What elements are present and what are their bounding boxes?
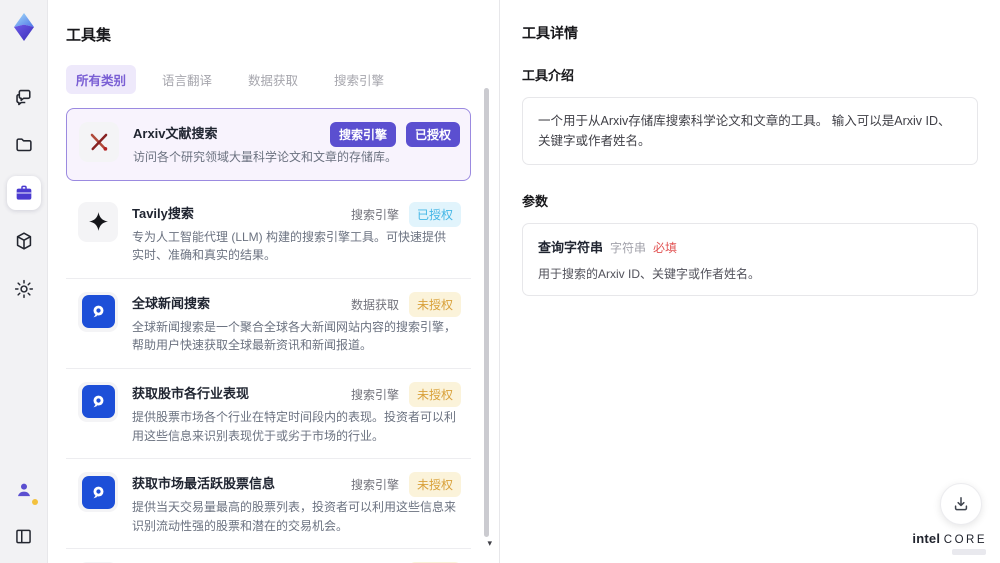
tool-description: 提供当天交易量最高的股票列表，投资者可以利用这些信息来识别流动性强的股票和潜在的… (132, 500, 457, 533)
category-tabs: 所有类别 语言翻译 数据获取 搜索引擎 (66, 65, 499, 94)
category-badge: 数据获取 (350, 297, 399, 312)
tool-description: 访问各个研究领域大量科学论文和文章的存储库。 (133, 150, 398, 164)
intro-heading: 工具介绍 (522, 68, 575, 83)
tool-badges: 搜索引擎 已授权 (329, 122, 460, 147)
arxiv-logo-icon (79, 122, 119, 162)
folder-icon (15, 138, 32, 152)
tool-card-tavily[interactable]: Tavily搜索 专为人工智能代理 (LLM) 构建的搜索引擎工具。可快速提供实… (66, 189, 471, 279)
intel-core-logo: intel core (912, 531, 987, 555)
param-name: 查询字符串 (538, 240, 604, 255)
tab-all-categories[interactable]: 所有类别 (66, 65, 137, 94)
tab-data-acquisition[interactable]: 数据获取 (238, 65, 308, 94)
list-scrollbar[interactable] (484, 88, 489, 537)
auth-status-badge: 未授权 (408, 291, 461, 317)
user-status-dot (31, 499, 38, 505)
tool-intro-text: 一个用于从Arxiv存储库搜索科学论文和文章的工具。 输入可以是Arxiv ID… (522, 97, 978, 165)
tool-detail-panel: 工具详情 工具介绍 一个用于从Arxiv存储库搜索科学论文和文章的工具。 输入可… (500, 0, 1000, 563)
category-badge: 搜索引擎 (350, 387, 399, 402)
download-button[interactable] (940, 483, 982, 525)
chat-icon (15, 89, 31, 106)
app-logo[interactable] (7, 10, 41, 44)
tool-card-regional-news[interactable]: 万维地区新闻查询 查询具体行政区划内的新闻，快速了解各地新闻动 搜索引擎 未授权 (66, 549, 471, 563)
active-stocks-icon (78, 472, 118, 513)
gear-icon (14, 279, 33, 299)
tavily-star-icon (78, 201, 118, 242)
user-avatar[interactable] (7, 473, 41, 507)
auth-status-badge: 未授权 (408, 381, 461, 407)
core-wordmark: core (943, 534, 987, 546)
global-news-icon (78, 291, 118, 332)
page-title: 工具集 (66, 27, 112, 44)
tab-search-engine[interactable]: 搜索引擎 (324, 65, 394, 94)
tool-description: 全球新闻搜索是一个聚合全球各大新闻网站内容的搜索引擎，帮助用户快速获取全球最新资… (132, 319, 457, 353)
scroll-down-icon[interactable]: ▾ (487, 538, 492, 549)
sidebar-item-tools[interactable] (6, 176, 41, 210)
tool-card-active-stocks[interactable]: 获取市场最活跃股票信息 提供当天交易量最高的股票列表，投资者可以利用这些信息来识… (66, 459, 471, 550)
category-badge: 搜索引擎 (329, 122, 396, 147)
detail-title: 工具详情 (522, 25, 578, 41)
gem-logo-icon (13, 13, 34, 41)
auth-status-badge: 已授权 (405, 122, 460, 147)
scrollbar-thumb[interactable] (484, 88, 489, 537)
stock-sector-icon (78, 381, 118, 422)
parameter-card: 查询字符串 字符串 必填 用于搜索的Arxiv ID、关键字或作者姓名。 (522, 223, 978, 296)
sidebar-item-settings[interactable] (7, 272, 41, 306)
param-required-badge: 必填 (653, 241, 678, 255)
param-type: 字符串 (610, 241, 647, 255)
tool-badges: 搜索引擎 已授权 (350, 201, 461, 227)
auth-status-badge: 未授权 (408, 472, 461, 498)
sidebar-item-packages[interactable] (7, 224, 41, 258)
briefcase-icon (16, 185, 31, 200)
category-badge: 搜索引擎 (350, 207, 399, 222)
tab-language-translation[interactable]: 语言翻译 (152, 65, 222, 94)
tool-list-panel: 工具集 所有类别 语言翻译 数据获取 搜索引擎 Arxiv文献搜索 访问各个研究… (48, 0, 500, 563)
params-heading: 参数 (522, 194, 549, 209)
download-icon (954, 497, 968, 511)
intel-wordmark: intel (912, 531, 941, 546)
user-avatar-icon (17, 483, 30, 497)
tool-badges: 搜索引擎 未授权 (350, 472, 461, 498)
tool-badges: 数据获取 未授权 (350, 291, 461, 317)
sidebar-item-chat[interactable] (7, 80, 41, 114)
tool-card-global-news[interactable]: 全球新闻搜索 全球新闻搜索是一个聚合全球各大新闻网站内容的搜索引擎，帮助用户快速… (66, 279, 471, 369)
tool-card-stock-sectors[interactable]: 获取股市各行业表现 提供股票市场各个行业在特定时间段内的表现。投资者可以利用这些… (66, 369, 471, 460)
param-description: 用于搜索的Arxiv ID、关键字或作者姓名。 (538, 267, 761, 281)
app-window: 工具集 所有类别 语言翻译 数据获取 搜索引擎 Arxiv文献搜索 访问各个研究… (0, 0, 1000, 563)
tool-card-arxiv[interactable]: Arxiv文献搜索 访问各个研究领域大量科学论文和文章的存储库。 搜索引擎 已授… (66, 108, 471, 181)
panel-toggle-icon (16, 529, 31, 543)
sidebar-rail (0, 0, 48, 563)
tool-description: 专为人工智能代理 (LLM) 构建的搜索引擎工具。可快速提供实时、准确和真实的结… (132, 229, 447, 263)
sidebar-item-files[interactable] (7, 128, 41, 162)
package-icon (16, 232, 31, 250)
tool-card-list: Arxiv文献搜索 访问各个研究领域大量科学论文和文章的存储库。 搜索引擎 已授… (66, 108, 499, 563)
panel-toggle-button[interactable] (7, 519, 41, 553)
tool-badges: 搜索引擎 未授权 (350, 381, 461, 407)
auth-status-badge: 已授权 (408, 201, 461, 227)
tool-description: 提供股票市场各个行业在特定时间段内的表现。投资者可以利用这些信息来识别表现优于或… (132, 409, 457, 443)
brand-sub-badge (952, 549, 986, 555)
category-badge: 搜索引擎 (350, 478, 399, 493)
